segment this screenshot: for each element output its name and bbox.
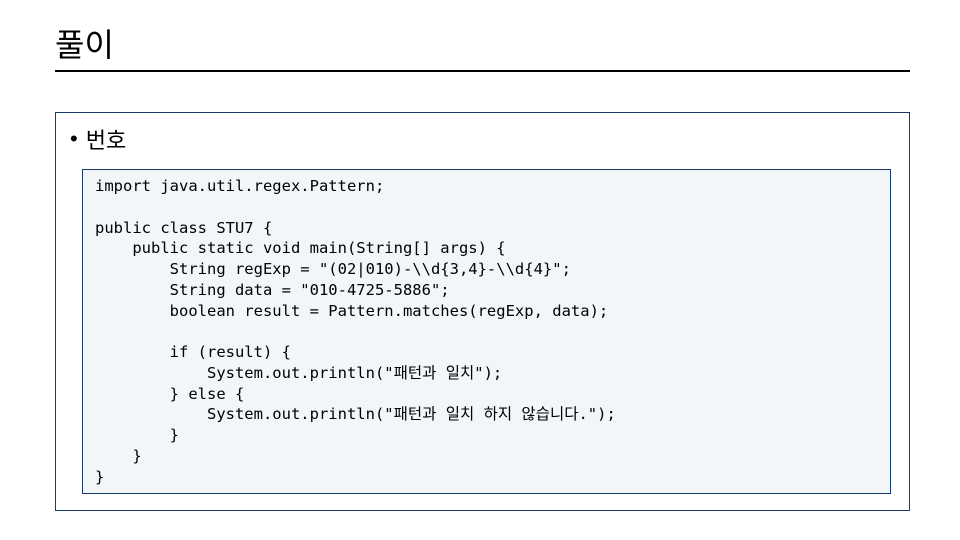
code-block: import java.util.regex.Pattern; public c… — [95, 176, 878, 487]
slide: 풀이 • 번호 import java.util.regex.Pattern; … — [0, 0, 960, 540]
code-line: String regExp = "(02|010)-\\d{3,4}-\\d{4… — [95, 260, 571, 278]
bullet-icon: • — [70, 128, 78, 150]
code-line: public class STU7 { — [95, 219, 272, 237]
code-line: System.out.println("패턴과 일치 하지 않습니다."); — [95, 405, 616, 423]
page-title: 풀이 — [55, 20, 910, 72]
code-line: } — [95, 468, 104, 486]
code-line: public static void main(String[] args) { — [95, 239, 506, 257]
code-line: System.out.println("패턴과 일치"); — [95, 364, 502, 382]
code-box: import java.util.regex.Pattern; public c… — [82, 169, 891, 494]
code-line: if (result) { — [95, 343, 291, 361]
code-line: String data = "010-4725-5886"; — [95, 281, 450, 299]
code-line: import java.util.regex.Pattern; — [95, 177, 384, 195]
code-line: } else { — [95, 385, 244, 403]
bullet-row: • 번호 — [70, 123, 891, 155]
code-line: } — [95, 447, 142, 465]
code-line: boolean result = Pattern.matches(regExp,… — [95, 302, 608, 320]
content-box: • 번호 import java.util.regex.Pattern; pub… — [55, 112, 910, 511]
code-line: } — [95, 426, 179, 444]
bullet-label: 번호 — [86, 123, 126, 155]
